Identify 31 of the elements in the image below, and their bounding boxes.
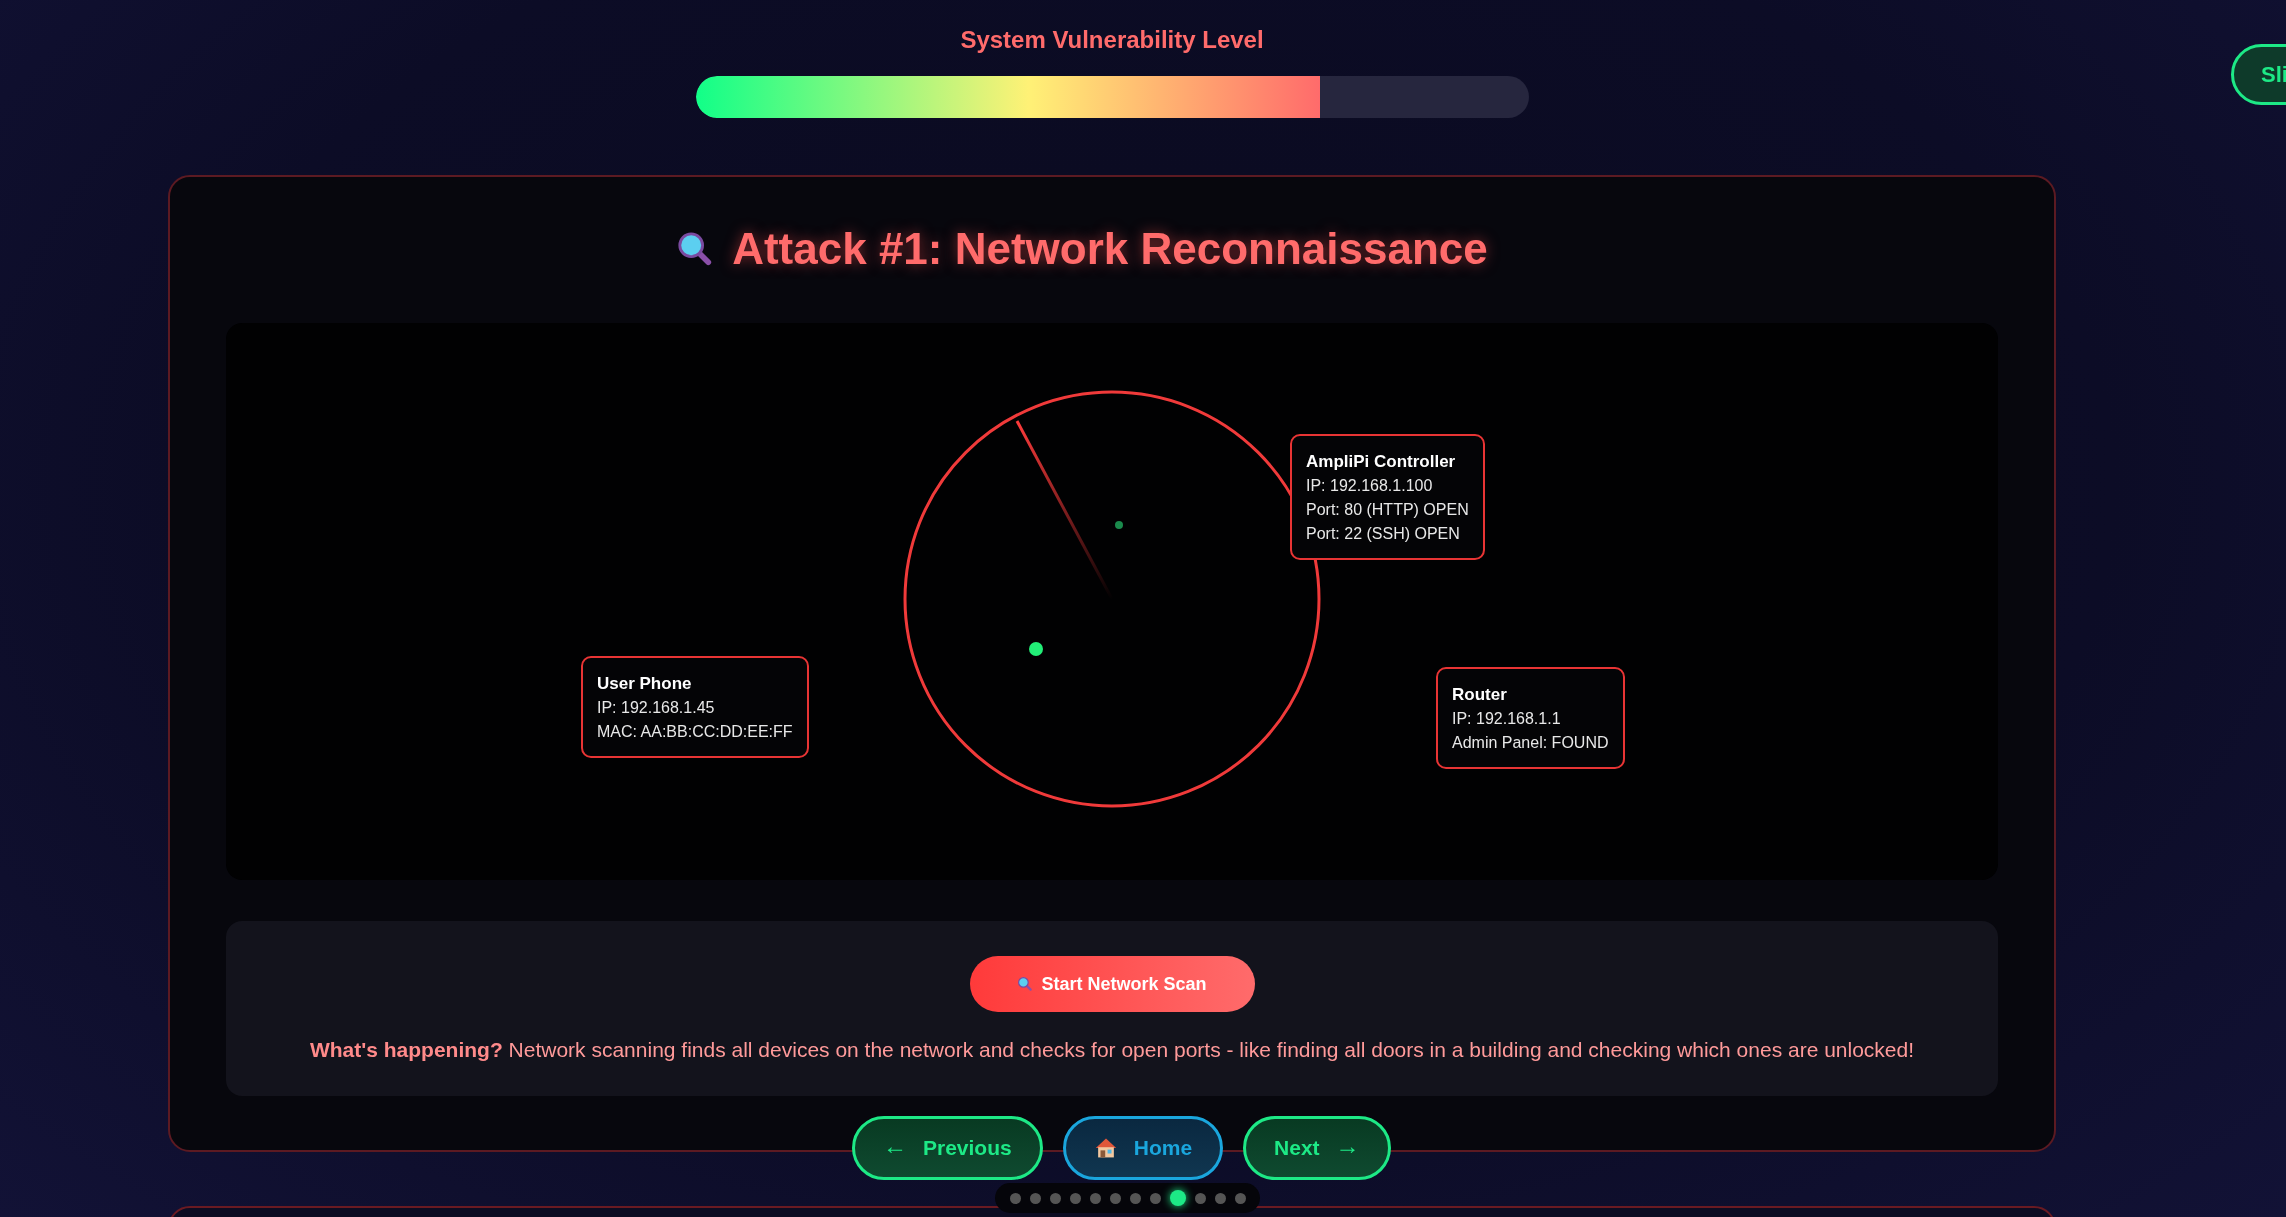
slide-dot[interactable]: [1214, 1192, 1226, 1204]
slide-dot[interactable]: [1069, 1192, 1081, 1204]
slide-dot[interactable]: [1109, 1192, 1121, 1204]
slide-dot[interactable]: [1089, 1192, 1101, 1204]
device-name: Router: [1452, 684, 1508, 706]
device-detail: Port: 80 (HTTP) OPEN: [1306, 500, 1469, 520]
device-detail: IP: 192.168.1.1: [1452, 709, 1562, 729]
next-button[interactable]: Next →: [1243, 1116, 1391, 1180]
device-detail: Port: 22 (SSH) OPEN: [1306, 524, 1461, 544]
home-button[interactable]: Home: [1062, 1116, 1224, 1180]
slide-dot[interactable]: [1169, 1190, 1186, 1206]
device-name: User Phone: [597, 673, 693, 695]
device-detail: IP: 192.168.1.45: [597, 698, 716, 718]
attack-title: Attack #1: Network Reconnaissance: [732, 224, 1488, 274]
slide-dot[interactable]: [1029, 1192, 1041, 1204]
slideshow-button[interactable]: Sli: [2231, 44, 2286, 105]
slide-dot[interactable]: [1049, 1192, 1061, 1204]
previous-button[interactable]: ← Previous: [852, 1116, 1043, 1180]
device-detail: MAC: AA:BB:CC:DD:EE:FF: [597, 722, 793, 742]
slide-dot[interactable]: [1009, 1192, 1021, 1204]
search-icon: [1017, 976, 1034, 992]
device-detail: IP: 192.168.1.100: [1306, 476, 1434, 496]
slide-dot[interactable]: [1234, 1192, 1246, 1204]
slide-dot[interactable]: [1194, 1192, 1206, 1204]
device-detail: Admin Panel: FOUND: [1452, 733, 1609, 753]
device-name: AmpliPi Controller: [1306, 451, 1457, 473]
slide-dot[interactable]: [1129, 1192, 1141, 1204]
vulnerability-title: System Vulnerability Level: [960, 26, 1264, 55]
explanation-text: What's happening? Network scanning finds all devices on the network and checks for open ports - like finding all doors in a building and checking which ones are unlocked!: [309, 1038, 1915, 1062]
slide-dot[interactable]: [1149, 1192, 1161, 1204]
house-icon: [1093, 1137, 1118, 1159]
